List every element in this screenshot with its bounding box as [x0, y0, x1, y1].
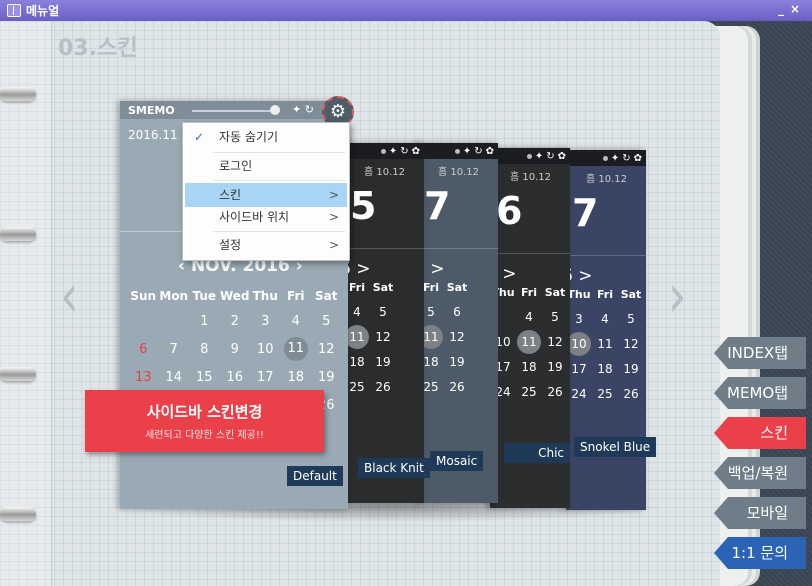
window-titlebar: 메뉴얼 _× — [0, 0, 812, 21]
skin-calendar: Fri Sat 56 11 12 18 19 25 26 — [418, 281, 498, 399]
skin-toolbar: ✦ ↻ ✿ — [490, 148, 570, 164]
opacity-slider[interactable] — [192, 110, 276, 112]
skin-date: 흠 10.12 — [586, 174, 628, 185]
calendar-week: 12345 — [200, 313, 331, 329]
skin-toolbar: ✦ ↻ ✿ — [344, 143, 424, 159]
skin-big-day: 6 — [496, 189, 523, 233]
check-icon: ✓ — [194, 130, 205, 144]
prev-page-arrow[interactable]: ‹ — [60, 260, 78, 330]
binder-ring — [0, 507, 36, 521]
calendar-week: 6 7 8 9 10 11 12 — [128, 335, 342, 363]
refresh-icon: ↻ — [474, 145, 483, 157]
current-date: 2016.11 — [128, 128, 178, 142]
banner-subtitle: 세련되고 다양한 스킨 제공!! — [145, 430, 264, 441]
refresh-icon: ↻ — [400, 145, 409, 157]
app-name: SMEMO — [128, 103, 175, 117]
skin-month: 6 > — [344, 259, 371, 279]
skin-calendar: Fri Sat 45 11 12 18 19 25 26 — [344, 281, 424, 399]
skin-tag-black-knit: Black Knit — [358, 458, 430, 478]
skin-date: 흠 10.12 — [510, 172, 552, 183]
section-title: 03.스킨 — [58, 36, 138, 61]
gear-icon: ✿ — [557, 150, 566, 162]
tab-backup-restore[interactable]: 백업/복원 — [714, 457, 806, 489]
skin-toolbar: ✦ ↻ ✿ — [418, 143, 498, 159]
pin-icon: ✦ — [534, 150, 544, 162]
skin-big-day: 7 — [572, 191, 599, 235]
skin-date: 흠 10.12 — [364, 167, 406, 178]
gear-icon: ✿ — [411, 145, 420, 157]
skin-tag-chic: Chic — [504, 443, 570, 463]
binder-ring — [0, 367, 36, 381]
window-title: 메뉴얼 — [26, 4, 60, 18]
tab-memo[interactable]: MEMO탭 — [714, 377, 806, 409]
skin-month: 6 > — [418, 259, 445, 279]
submenu-arrow-icon: > — [328, 210, 339, 224]
skin-calendar: Thu Fri Sat 45 10 11 12 17 18 19 24 25 26 — [491, 286, 566, 399]
pin-icon: ✦ — [462, 145, 472, 157]
tab-mobile[interactable]: 모바일 — [714, 497, 806, 529]
skin-calendar: Thu Fri Sat 345 10 11 12 17 18 19 24 25 26 — [567, 288, 642, 401]
skin-date: 흠 10.12 — [438, 167, 480, 178]
skin-preview-mosaic: ✦↻✿ 흠 10.12 7 6 > FriSat 56 1112 1819 25… — [418, 143, 498, 503]
next-page-arrow[interactable]: › — [668, 260, 686, 330]
menu-item-skin[interactable]: 스킨 > — [185, 183, 347, 207]
skin-change-banner: 사이드바 스킨변경 세련되고 다양한 스킨 제공!! — [85, 390, 324, 452]
manual-book-icon — [7, 4, 21, 17]
tab-index[interactable]: INDEX탭 — [714, 337, 806, 369]
menu-item-settings[interactable]: 설정 > — [185, 233, 347, 257]
gear-icon: ✿ — [485, 145, 494, 157]
tab-inquiry[interactable]: 1:1 문의 — [714, 537, 806, 569]
settings-context-menu: ✓ 자동 숨기기 로그인 스킨 > 사이드바 위치 > 설정 > — [182, 122, 350, 261]
tab-skin[interactable]: 스킨 — [714, 417, 806, 449]
refresh-icon: ↻ — [622, 152, 631, 164]
notebook-margin — [0, 21, 52, 586]
opacity-slider-knob[interactable] — [270, 105, 280, 115]
skin-month: 6 > — [490, 264, 517, 284]
refresh-icon: ↻ — [546, 150, 555, 162]
window-controls[interactable]: _× — [778, 2, 806, 16]
skin-preview-black-knit: ✦↻✿ 흠 10.12 5 6 > FriSat 45 1112 1819 25… — [344, 143, 424, 503]
selected-day: 11 — [283, 337, 308, 361]
binder-ring — [0, 87, 36, 101]
skin-tag-default: Default — [287, 466, 343, 486]
menu-item-sidebar-position[interactable]: 사이드바 위치 > — [185, 205, 347, 229]
calendar-week: 13 14 15 16 17 18 19 — [134, 369, 335, 385]
skin-tag-snokel-blue: Snokel Blue — [574, 437, 657, 457]
skin-toolbar: ✦ ↻ ✿ — [566, 150, 646, 166]
skin-big-day: 7 — [424, 184, 451, 228]
pin-icon: ✦ — [610, 152, 620, 164]
menu-item-auto-hide[interactable]: ✓ 자동 숨기기 — [185, 125, 347, 149]
banner-title: 사이드바 스킨변경 — [146, 403, 263, 421]
submenu-arrow-icon: > — [328, 188, 339, 202]
skin-month: 6 > — [566, 266, 593, 286]
binder-ring — [0, 227, 36, 241]
submenu-arrow-icon: > — [328, 238, 339, 252]
skin-big-day: 5 — [350, 184, 377, 228]
gear-icon: ✿ — [633, 152, 642, 164]
menu-item-login[interactable]: 로그인 — [185, 154, 347, 178]
pin-icon[interactable]: ✦ ↻ — [292, 103, 314, 116]
skin-tag-mosaic: Mosaic — [430, 451, 484, 471]
pin-icon: ✦ — [388, 145, 398, 157]
